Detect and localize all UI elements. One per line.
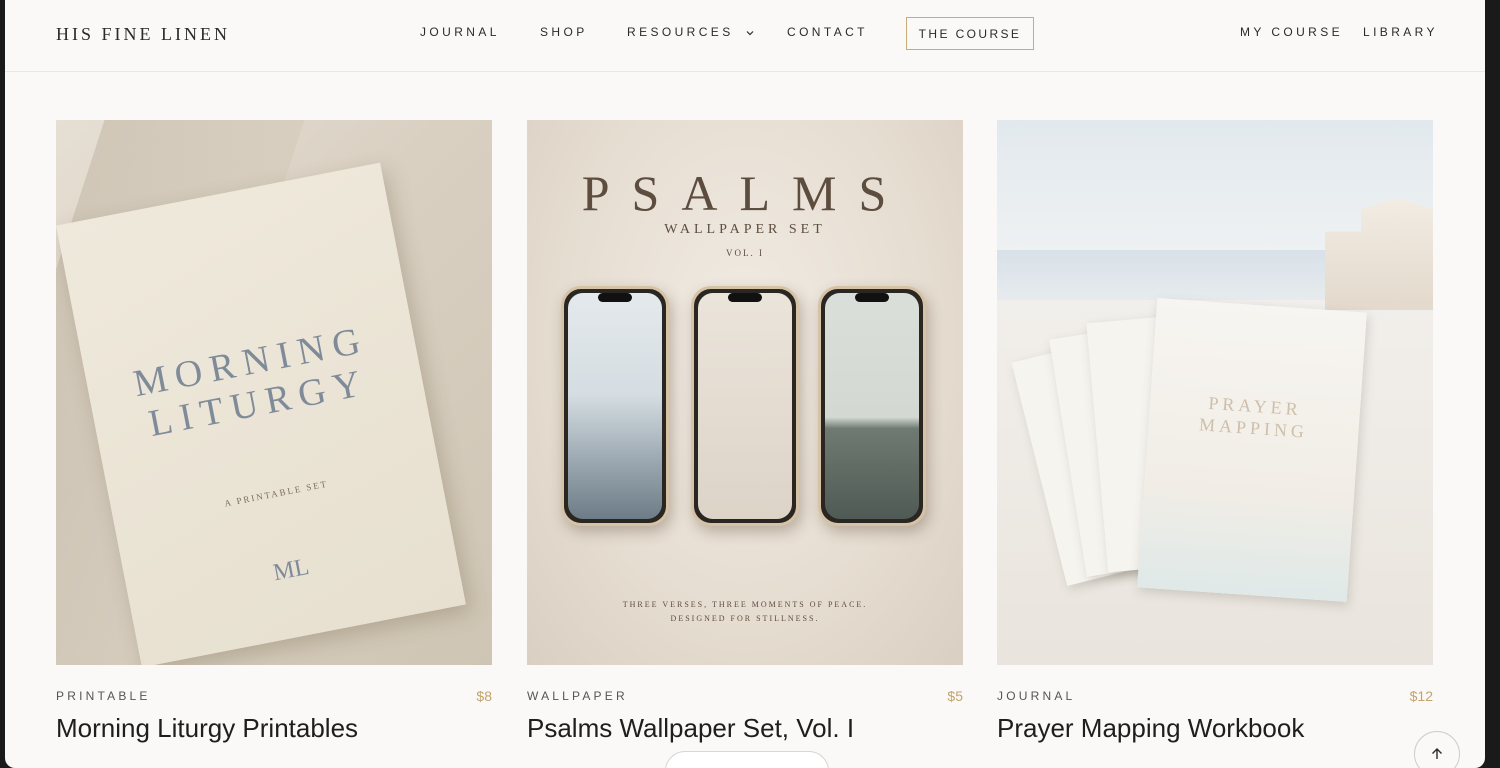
- image-footer: THREE VERSES, THREE MOMENTS OF PEACE. DE…: [527, 598, 963, 626]
- image-subtitle: WALLPAPER SET: [664, 222, 826, 237]
- nav-contact[interactable]: CONTACT: [787, 25, 868, 39]
- browser-window: HIS FINE LINEN JOURNAL SHOP RESOURCES CO…: [5, 0, 1485, 768]
- nav-resources[interactable]: RESOURCES: [627, 25, 754, 39]
- image-footer-line-1: THREE VERSES, THREE MOMENTS OF PEACE.: [622, 600, 868, 609]
- product-card-prayer-mapping[interactable]: PRAYER MAPPING JOURNAL $12 Prayer Mappin…: [997, 120, 1433, 743]
- product-category: PRINTABLE: [56, 689, 151, 703]
- sheet-title: MORNING LITURGY: [130, 318, 373, 446]
- scroll-to-top-button[interactable]: [1414, 731, 1460, 768]
- nav-resources-label: RESOURCES: [627, 25, 734, 39]
- product-image-morning-liturgy[interactable]: MORNING LITURGY A PRINTABLE SET ML: [56, 120, 492, 665]
- sheet-monogram: ML: [270, 553, 312, 587]
- product-category: WALLPAPER: [527, 689, 628, 703]
- arrow-up-icon: [1432, 748, 1442, 759]
- product-image-psalms[interactable]: PSALMS WALLPAPER SET VOL. I THREE VERSES…: [527, 120, 963, 665]
- product-price: $12: [1409, 688, 1433, 704]
- villa-building: [1325, 198, 1433, 310]
- product-card-psalms[interactable]: PSALMS WALLPAPER SET VOL. I THREE VERSES…: [527, 120, 963, 743]
- image-footer-line-2: DESIGNED FOR STILLNESS.: [670, 614, 820, 623]
- product-card-morning-liturgy[interactable]: MORNING LITURGY A PRINTABLE SET ML PRINT…: [56, 120, 492, 743]
- workbook-cover: PRAYER MAPPING: [1137, 298, 1367, 602]
- floating-pill-button[interactable]: [665, 751, 829, 768]
- site-header: HIS FINE LINEN JOURNAL SHOP RESOURCES CO…: [5, 0, 1485, 72]
- product-price: $8: [476, 688, 492, 704]
- nav-shop[interactable]: SHOP: [540, 25, 588, 39]
- phone-mockup: [561, 286, 669, 526]
- phone-mockup: [691, 286, 799, 526]
- the-course-button[interactable]: THE COURSE: [906, 17, 1034, 50]
- product-title[interactable]: Psalms Wallpaper Set, Vol. I: [527, 713, 854, 744]
- nav-my-course[interactable]: MY COURSE: [1240, 25, 1343, 39]
- product-image-prayer-mapping[interactable]: PRAYER MAPPING: [997, 120, 1433, 665]
- chevron-down-icon: [746, 30, 754, 36]
- nav-journal[interactable]: JOURNAL: [420, 25, 500, 39]
- product-category: JOURNAL: [997, 689, 1076, 703]
- product-title[interactable]: Prayer Mapping Workbook: [997, 713, 1304, 744]
- site-logo[interactable]: HIS FINE LINEN: [56, 24, 230, 45]
- product-title[interactable]: Morning Liturgy Printables: [56, 713, 358, 744]
- sheet-subtitle: A PRINTABLE SET: [223, 478, 329, 509]
- phone-mockup: [818, 286, 926, 526]
- image-title: PSALMS: [581, 165, 909, 221]
- nav-library[interactable]: LIBRARY: [1363, 25, 1438, 39]
- image-volume: VOL. I: [726, 248, 764, 258]
- product-price: $5: [947, 688, 963, 704]
- workbook-cover-title: PRAYER MAPPING: [1198, 392, 1309, 442]
